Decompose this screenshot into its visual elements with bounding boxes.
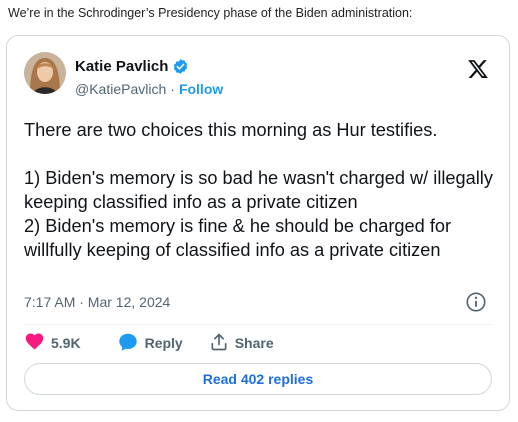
tweet-paragraph-intro: There are two choices this morning as Hu… <box>24 120 438 140</box>
divider <box>24 324 492 325</box>
heart-icon <box>24 331 45 355</box>
share-icon <box>209 332 229 355</box>
share-button[interactable]: Share <box>209 332 274 355</box>
embedded-tweet-card[interactable]: Katie Pavlich @KatiePavlich · Follow The… <box>6 35 510 411</box>
reply-button[interactable]: Reply <box>117 331 183 356</box>
author-name[interactable]: Katie Pavlich <box>75 58 189 75</box>
like-count: 5.9K <box>51 335 81 351</box>
separator-dot: · <box>170 81 175 97</box>
verified-badge-icon <box>172 58 189 75</box>
avatar[interactable] <box>24 52 66 94</box>
info-icon[interactable] <box>465 291 487 318</box>
follow-link[interactable]: Follow <box>179 81 223 97</box>
reply-bubble-icon <box>117 331 139 356</box>
tweet-timestamp[interactable]: 7:17 AM · Mar 12, 2024 <box>24 294 170 310</box>
tweet-paragraph-choice-1: 1) Biden's memory is so bad he wasn't ch… <box>24 168 493 212</box>
read-replies-button[interactable]: Read 402 replies <box>24 363 492 395</box>
like-button[interactable]: 5.9K <box>24 331 81 355</box>
tweet-paragraph-choice-2: 2) Biden's memory is fine & he should be… <box>24 216 452 260</box>
author-name-text: Katie Pavlich <box>75 58 169 75</box>
share-label: Share <box>234 335 274 351</box>
read-replies-label: Read 402 replies <box>202 371 314 387</box>
intro-text: We’re in the Schrodinger’s Presidency ph… <box>8 6 413 20</box>
x-logo-icon[interactable] <box>467 58 489 85</box>
author-handle[interactable]: @KatiePavlich <box>75 81 166 97</box>
action-bar: 5.9K Reply Share <box>24 332 274 354</box>
tweet-text: There are two choices this morning as Hu… <box>24 118 494 262</box>
reply-label: Reply <box>144 335 183 351</box>
handle-row: @KatiePavlich · Follow <box>75 81 223 97</box>
